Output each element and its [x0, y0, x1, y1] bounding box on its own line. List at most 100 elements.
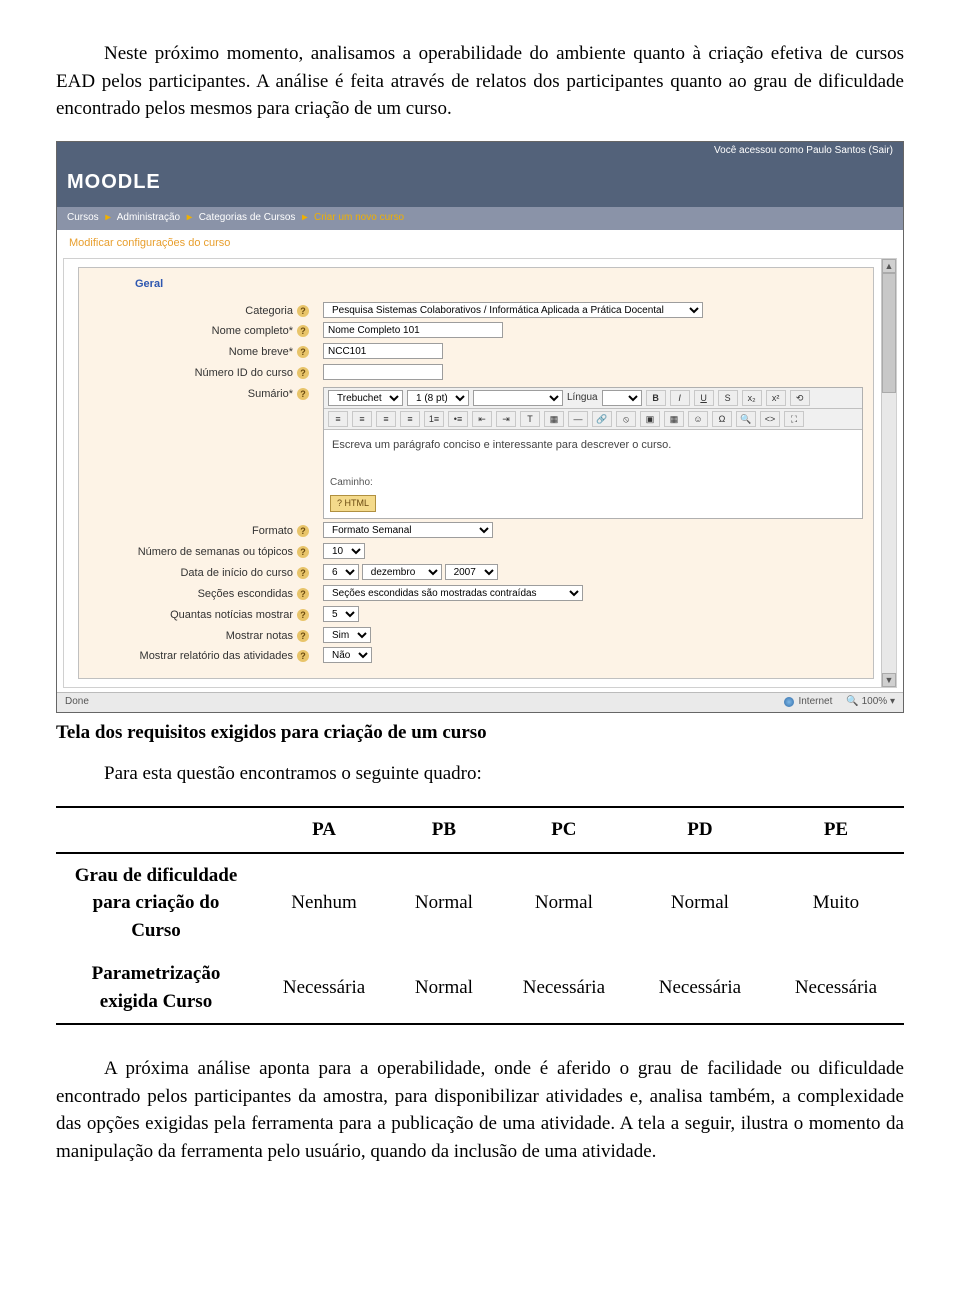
- table-row: Parametrização exigida Curso Necessária …: [56, 952, 904, 1024]
- zoom-level[interactable]: 🔍 100% ▾: [846, 695, 895, 710]
- breadcrumb: Cursos ▸ Administração ▸ Categorias de C…: [57, 207, 903, 230]
- mes-select[interactable]: dezembro: [362, 564, 442, 580]
- cell: Necessária: [496, 952, 632, 1024]
- help-icon[interactable]: ?: [297, 305, 309, 317]
- th-blank: [56, 807, 256, 853]
- categoria-select[interactable]: Pesquisa Sistemas Colaborativos / Inform…: [323, 302, 703, 318]
- formato-select[interactable]: Formato Semanal: [323, 522, 493, 538]
- outdent-icon[interactable]: ⇤: [472, 411, 492, 427]
- help-icon[interactable]: ?: [297, 367, 309, 379]
- align-justify-icon[interactable]: ≡: [400, 411, 420, 427]
- page-title: Modificar configurações do curso: [63, 234, 897, 254]
- row-label: Parametrização exigida Curso: [56, 952, 256, 1024]
- unlink-icon[interactable]: ⦸: [616, 411, 636, 427]
- underline-icon[interactable]: U: [694, 390, 714, 406]
- intro-paragraph: Neste próximo momento, analisamos a oper…: [56, 40, 904, 123]
- cell: Normal: [392, 853, 496, 953]
- html-icon[interactable]: <>: [760, 411, 780, 427]
- font-family-select[interactable]: Trebuchet: [328, 390, 403, 406]
- brand-bar: MOODLE: [57, 160, 903, 207]
- dia-select[interactable]: 6: [323, 564, 359, 580]
- row-label: Grau de dificuldade para criação do Curs…: [56, 853, 256, 953]
- textcolor-icon[interactable]: T: [520, 411, 540, 427]
- help-icon[interactable]: ?: [297, 525, 309, 537]
- semanas-select[interactable]: 10: [323, 543, 365, 559]
- emoji-icon[interactable]: ☺: [688, 411, 708, 427]
- list-ul-icon[interactable]: •≡: [448, 411, 468, 427]
- cell: Normal: [392, 952, 496, 1024]
- image-icon[interactable]: ▣: [640, 411, 660, 427]
- globe-icon: [784, 697, 794, 707]
- label-nome-completo: Nome completo*?: [89, 322, 315, 340]
- sup-icon[interactable]: x²: [766, 390, 786, 406]
- lang-select[interactable]: [602, 390, 642, 406]
- label-data-inicio: Data de início do curso?: [89, 564, 315, 582]
- breadcrumb-item[interactable]: Categorias de Cursos: [199, 212, 296, 223]
- help-icon[interactable]: ?: [297, 609, 309, 621]
- breadcrumb-item[interactable]: Administração: [117, 212, 180, 223]
- ano-select[interactable]: 2007: [445, 564, 498, 580]
- help-icon[interactable]: ?: [297, 588, 309, 600]
- hr-icon[interactable]: —: [568, 411, 588, 427]
- cell: Muito: [768, 853, 904, 953]
- nome-completo-input[interactable]: [323, 322, 503, 338]
- help-icon[interactable]: ?: [297, 630, 309, 642]
- scroll-thumb[interactable]: [882, 273, 896, 393]
- scroll-up-icon[interactable]: ▲: [882, 259, 896, 273]
- help-icon[interactable]: ?: [297, 567, 309, 579]
- table-icon[interactable]: ▦: [664, 411, 684, 427]
- style-select[interactable]: [473, 390, 563, 406]
- th-pb: PB: [392, 807, 496, 853]
- cell: Necessária: [632, 952, 768, 1024]
- sub-icon[interactable]: x₂: [742, 390, 762, 406]
- vertical-scrollbar[interactable]: ▲ ▼: [881, 259, 896, 688]
- scroll-down-icon[interactable]: ▼: [882, 673, 896, 687]
- editor-mode-button[interactable]: ? HTML: [330, 495, 376, 512]
- indent-icon[interactable]: ⇥: [496, 411, 516, 427]
- list-ol-icon[interactable]: 1≡: [424, 411, 444, 427]
- lang-label: Língua: [567, 391, 598, 406]
- cell: Necessária: [768, 952, 904, 1024]
- italic-icon[interactable]: I: [670, 390, 690, 406]
- help-icon[interactable]: ?: [297, 346, 309, 358]
- help-icon[interactable]: ?: [297, 650, 309, 662]
- browser-statusbar: Done Internet 🔍 100% ▾: [57, 692, 903, 712]
- help-icon[interactable]: ?: [297, 325, 309, 337]
- help-icon[interactable]: ?: [297, 388, 309, 400]
- bgcolor-icon[interactable]: ▦: [544, 411, 564, 427]
- breadcrumb-item[interactable]: Cursos: [67, 212, 99, 223]
- mostrar-notas-select[interactable]: Sim: [323, 627, 371, 643]
- align-right-icon[interactable]: ≡: [376, 411, 396, 427]
- editor-textarea[interactable]: Escreva um parágrafo conciso e interessa…: [324, 430, 862, 472]
- secoes-select[interactable]: Seções escondidas são mostradas contraíd…: [323, 585, 583, 601]
- noticias-select[interactable]: 5: [323, 606, 359, 622]
- label-sumario: Sumário*?: [89, 385, 315, 403]
- char-icon[interactable]: Ω: [712, 411, 732, 427]
- nome-breve-input[interactable]: [323, 343, 443, 359]
- clean-icon[interactable]: ⟲: [790, 390, 810, 406]
- bold-icon[interactable]: B: [646, 390, 666, 406]
- relatorio-select[interactable]: Não: [323, 647, 372, 663]
- link-icon[interactable]: 🔗: [592, 411, 612, 427]
- label-nome-breve: Nome breve*?: [89, 343, 315, 361]
- align-center-icon[interactable]: ≡: [352, 411, 372, 427]
- user-status-bar: Você acessou como Paulo Santos (Sair): [57, 142, 903, 161]
- table-lead: Para esta questão encontramos o seguinte…: [56, 760, 904, 788]
- align-left-icon[interactable]: ≡: [328, 411, 348, 427]
- th-pa: PA: [256, 807, 392, 853]
- help-icon[interactable]: ?: [297, 546, 309, 558]
- label-secoes: Seções escondidas?: [89, 585, 315, 603]
- strike-icon[interactable]: S: [718, 390, 738, 406]
- numero-id-input[interactable]: [323, 364, 443, 380]
- label-semanas: Número de semanas ou tópicos?: [89, 543, 315, 561]
- moodle-screenshot: Você acessou como Paulo Santos (Sair) MO…: [56, 141, 904, 713]
- font-size-select[interactable]: 1 (8 pt): [407, 390, 469, 406]
- label-noticias: Quantas notícias mostrar?: [89, 606, 315, 624]
- editor-toolbar-row2: ≡ ≡ ≡ ≡ 1≡ •≡ ⇤ ⇥ T ▦ —: [324, 409, 862, 430]
- label-numero-id: Número ID do curso?: [89, 364, 315, 382]
- fullscreen-icon[interactable]: ⛶: [784, 411, 804, 427]
- cell: Nenhum: [256, 853, 392, 953]
- closing-paragraph: A próxima análise aponta para a operabil…: [56, 1055, 904, 1165]
- cell: Necessária: [256, 952, 392, 1024]
- search-icon[interactable]: 🔍: [736, 411, 756, 427]
